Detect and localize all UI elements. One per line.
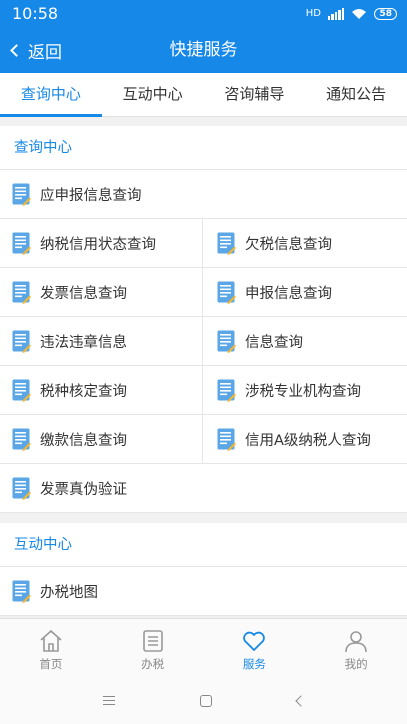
battery-icon: 58 <box>374 7 397 20</box>
service-item[interactable]: 申报信息查询 <box>202 268 407 316</box>
list-row: 发票真伪验证 <box>0 464 407 513</box>
service-item-label: 缴款信息查询 <box>40 432 127 449</box>
document-icon <box>12 330 31 353</box>
service-item-label: 发票真伪验证 <box>40 481 127 498</box>
status-time: 10:58 <box>12 4 59 23</box>
section-title-interact: 互动中心 <box>0 523 407 567</box>
bottom-nav: 首页 办税 服务 我的 <box>0 618 407 677</box>
list-row: 税种核定查询 涉税专业机构查询 <box>0 366 407 415</box>
service-item[interactable]: 纳税信用状态查询 <box>0 219 202 267</box>
list-row: 应申报信息查询 <box>0 170 407 219</box>
service-item-label: 信用A级纳税人查询 <box>245 432 371 449</box>
service-item[interactable]: 缴款信息查询 <box>0 415 202 463</box>
chevron-left-icon <box>10 43 23 57</box>
service-item[interactable]: 应申报信息查询 <box>0 170 407 218</box>
document-icon <box>12 183 31 206</box>
signal-icon <box>327 7 345 20</box>
document-icon <box>12 428 31 451</box>
service-item[interactable]: 信息查询 <box>202 317 407 365</box>
document-icon <box>217 281 236 304</box>
content-area[interactable]: 查询中心 应申报信息查询 纳税信用状态查询 欠税信息查询 发票信息查询 申报信息… <box>0 126 407 618</box>
bottom-nav-home[interactable]: 首页 <box>0 619 102 677</box>
document-icon <box>12 379 31 402</box>
status-bar: 10:58 HD 58 <box>0 0 407 27</box>
status-indicators: HD 58 <box>305 7 397 20</box>
service-item[interactable]: 税种核定查询 <box>0 366 202 414</box>
bottom-nav-label: 服务 <box>242 657 266 671</box>
query-section: 查询中心 应申报信息查询 纳税信用状态查询 欠税信息查询 发票信息查询 申报信息… <box>0 126 407 513</box>
document-icon <box>217 379 236 402</box>
service-item-label: 纳税信用状态查询 <box>40 236 156 253</box>
service-item[interactable]: 涉税专业机构查询 <box>202 366 407 414</box>
service-item-label: 办税地图 <box>40 584 98 601</box>
service-item[interactable]: 欠税信息查询 <box>202 219 407 267</box>
back-key-icon[interactable] <box>294 694 307 707</box>
service-item-label: 欠税信息查询 <box>245 236 332 253</box>
list-row: 办税地图 <box>0 567 407 616</box>
document-icon <box>12 477 31 500</box>
service-item-label: 税种核定查询 <box>40 383 127 400</box>
service-item-label: 发票信息查询 <box>40 285 127 302</box>
service-item[interactable]: 发票真伪验证 <box>0 464 407 512</box>
interact-section: 互动中心 办税地图 <box>0 523 407 616</box>
document-icon <box>217 428 236 451</box>
list-row: 缴款信息查询 信用A级纳税人查询 <box>0 415 407 464</box>
menu-icon[interactable] <box>102 696 115 705</box>
list-row: 纳税信用状态查询 欠税信息查询 <box>0 219 407 268</box>
bottom-nav-label: 首页 <box>39 657 63 671</box>
bottom-nav-service[interactable]: 服务 <box>204 619 306 677</box>
document-icon <box>217 232 236 255</box>
section-title-query: 查询中心 <box>0 126 407 170</box>
bottom-nav-label: 我的 <box>344 657 368 671</box>
wifi-icon <box>352 8 367 19</box>
bottom-nav-label: 办税 <box>141 657 165 671</box>
tab-bar: 查询中心 互动中心 咨询辅导 通知公告 <box>0 73 407 117</box>
section-divider <box>0 513 407 523</box>
tab-interaction-center[interactable]: 互动中心 <box>102 73 204 116</box>
document-icon <box>12 281 31 304</box>
service-item-label: 申报信息查询 <box>245 285 332 302</box>
list-row: 违法违章信息 信息查询 <box>0 317 407 366</box>
service-item[interactable]: 违法违章信息 <box>0 317 202 365</box>
bottom-nav-tax[interactable]: 办税 <box>102 619 204 677</box>
system-nav-bar <box>0 677 407 724</box>
home-icon <box>40 629 62 652</box>
tab-query-center[interactable]: 查询中心 <box>0 73 102 117</box>
network-type: HD <box>305 8 321 19</box>
service-item-label: 违法违章信息 <box>40 334 127 351</box>
tab-consulting[interactable]: 咨询辅导 <box>204 73 306 116</box>
document-icon <box>217 330 236 353</box>
user-icon <box>345 631 367 653</box>
service-item-label: 涉税专业机构查询 <box>245 383 361 400</box>
list-icon <box>142 630 163 652</box>
back-button[interactable]: 返回 <box>10 27 62 73</box>
tab-announcements[interactable]: 通知公告 <box>305 73 407 116</box>
header-bar: 返回 快捷服务 <box>0 27 407 73</box>
service-item[interactable]: 信用A级纳税人查询 <box>202 415 407 463</box>
service-item-label: 应申报信息查询 <box>40 187 142 204</box>
back-label: 返回 <box>28 42 62 63</box>
document-icon <box>12 232 31 255</box>
list-row: 发票信息查询 申报信息查询 <box>0 268 407 317</box>
service-item[interactable]: 发票信息查询 <box>0 268 202 316</box>
heart-icon <box>243 631 266 651</box>
document-icon <box>12 580 31 603</box>
service-item[interactable]: 办税地图 <box>0 567 407 615</box>
home-key-icon[interactable] <box>199 694 212 707</box>
service-item-label: 信息查询 <box>245 334 303 351</box>
bottom-nav-profile[interactable]: 我的 <box>305 619 407 677</box>
